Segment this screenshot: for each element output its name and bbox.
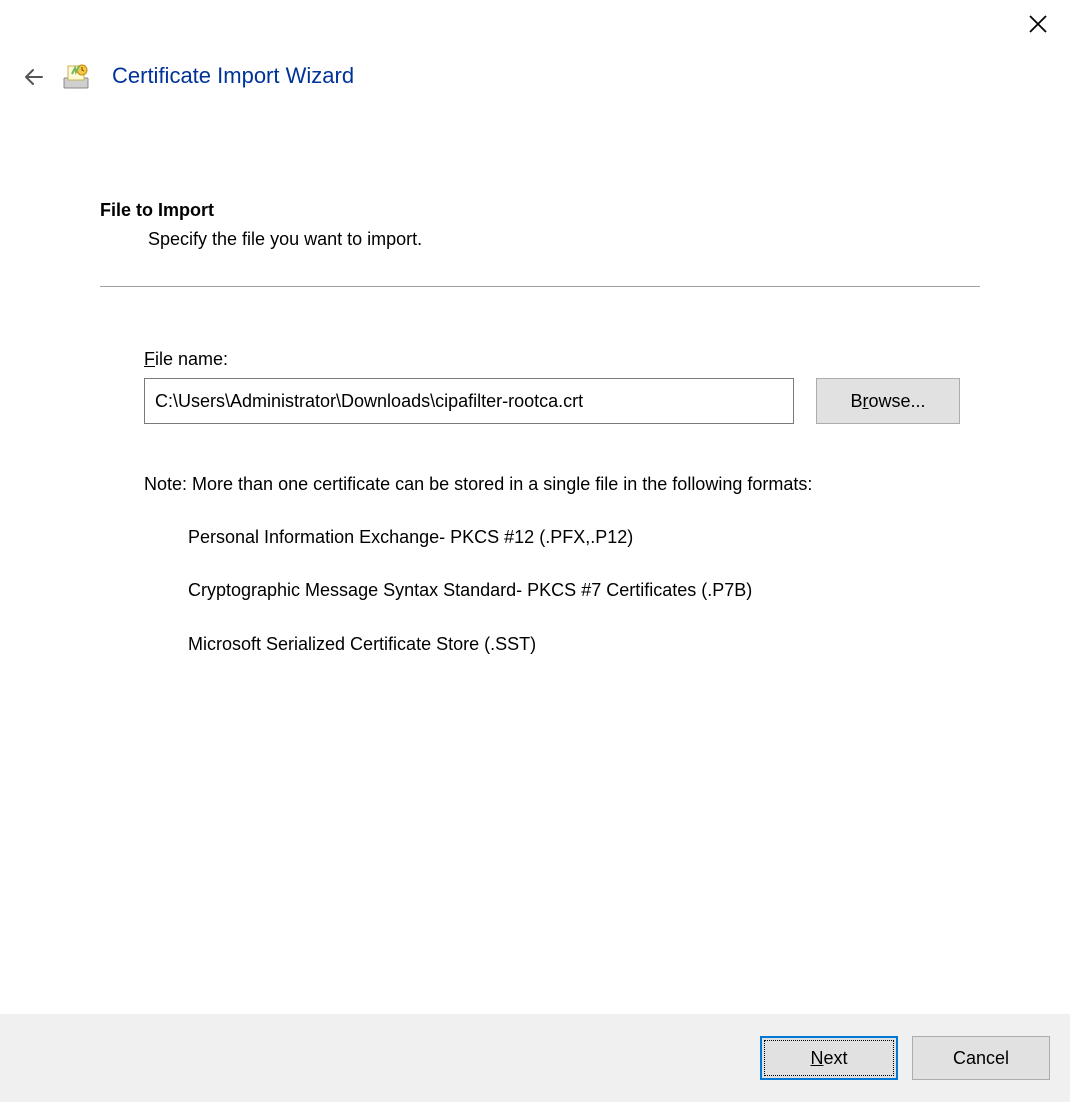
format-item: Cryptographic Message Syntax Standard- P… <box>188 578 980 603</box>
next-button[interactable]: Next <box>760 1036 898 1080</box>
footer: Next Cancel <box>0 1014 1070 1102</box>
file-name-input[interactable] <box>144 378 794 424</box>
section-title: File to Import <box>100 200 980 221</box>
format-item: Microsoft Serialized Certificate Store (… <box>188 632 980 657</box>
format-item: Personal Information Exchange- PKCS #12 … <box>188 525 980 550</box>
back-arrow-icon[interactable] <box>22 65 44 87</box>
wizard-title: Certificate Import Wizard <box>112 63 354 89</box>
certificate-wizard-icon <box>62 60 94 92</box>
note-text: Note: More than one certificate can be s… <box>144 472 980 657</box>
wizard-header: Certificate Import Wizard <box>0 50 1070 92</box>
content-area: File to Import Specify the file you want… <box>0 92 1070 657</box>
close-icon[interactable] <box>1028 14 1048 34</box>
browse-button[interactable]: Browse... <box>816 378 960 424</box>
cancel-button[interactable]: Cancel <box>912 1036 1050 1080</box>
divider <box>100 286 980 287</box>
file-name-label: File name: <box>144 349 980 370</box>
note-intro: Note: More than one certificate can be s… <box>144 472 980 497</box>
section-subtitle: Specify the file you want to import. <box>148 229 980 250</box>
titlebar <box>0 0 1070 50</box>
note-formats: Personal Information Exchange- PKCS #12 … <box>188 525 980 657</box>
